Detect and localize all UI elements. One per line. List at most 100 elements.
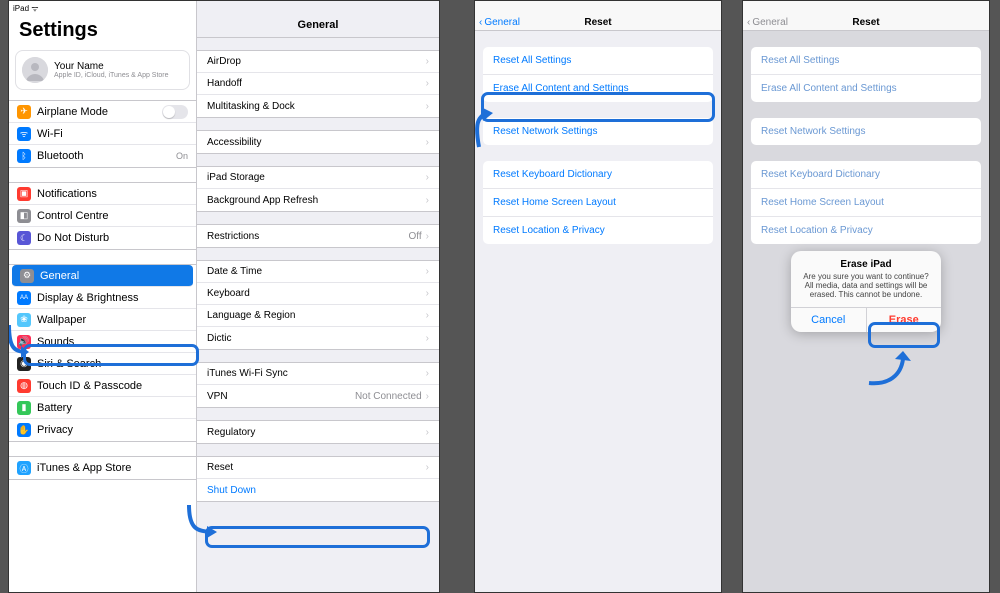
sidebar-item-itunes[interactable]: ⒶiTunes & App Store xyxy=(9,457,196,479)
gear-icon: ⚙ xyxy=(20,269,34,283)
control-centre-icon: ◧ xyxy=(17,209,31,223)
page-title: Settings xyxy=(9,15,196,50)
sidebar-item-battery[interactable]: ▮Battery xyxy=(9,397,196,419)
nav-bar: ‹General Reset xyxy=(475,1,721,31)
row-accessibility[interactable]: Accessibility› xyxy=(197,131,439,153)
apple-id-card[interactable]: Your Name Apple ID, iCloud, iTunes & App… xyxy=(15,50,190,90)
display-icon: AA xyxy=(17,291,31,305)
alert-title: Erase iPad xyxy=(791,251,941,272)
row-multitasking[interactable]: Multitasking & Dock › xyxy=(197,95,439,117)
row-value: Off xyxy=(409,231,422,242)
back-button[interactable]: ‹General xyxy=(475,17,520,28)
row-airdrop[interactable]: AirDrop› xyxy=(197,51,439,73)
wifi-icon: ᯤ xyxy=(17,127,31,141)
reset-keyboard-dict[interactable]: Reset Keyboard Dictionary xyxy=(483,161,713,189)
row-bgrefresh[interactable]: Background App Refresh › xyxy=(197,189,439,211)
sidebar-item-label: Notifications xyxy=(37,188,97,200)
reset-location[interactable]: Reset Location & Privacy xyxy=(483,217,713,244)
row-language[interactable]: Language & Region› xyxy=(197,305,439,327)
screen-reset: 11:58 ✈ ᛒ 97% ‹General Reset Reset All S… xyxy=(474,0,722,593)
wallpaper-icon: ❀ xyxy=(17,313,31,327)
sidebar-item-label: Privacy xyxy=(37,424,73,436)
back-label: General xyxy=(484,17,520,28)
row-datetime[interactable]: Date & Time› xyxy=(197,261,439,283)
row-label: Reset xyxy=(207,462,233,473)
sidebar-item-airplane[interactable]: ✈ Airplane Mode xyxy=(9,101,196,123)
appstore-icon: Ⓐ xyxy=(17,461,31,475)
row-regulatory[interactable]: Regulatory› xyxy=(197,421,439,443)
account-name: Your Name xyxy=(54,61,169,72)
row-handoff[interactable]: Handoff› xyxy=(197,73,439,95)
row-vpn[interactable]: VPNNot Connected› xyxy=(197,385,439,407)
chevron-right-icon: › xyxy=(426,462,429,473)
status-left: iPad ᯤ xyxy=(13,3,39,14)
chevron-right-icon: › xyxy=(426,137,429,148)
row-shutdown[interactable]: Shut Down xyxy=(197,479,439,501)
sidebar-item-label: Airplane Mode xyxy=(37,106,108,118)
sidebar-item-bluetooth[interactable]: ᛒ Bluetooth On xyxy=(9,145,196,167)
sidebar-item-label: Sounds xyxy=(37,336,74,348)
sidebar-item-label: Touch ID & Passcode xyxy=(37,380,142,392)
reset-location: Reset Location & Privacy xyxy=(751,217,981,244)
sidebar-item-label: Siri & Search xyxy=(37,358,101,370)
row-label: VPN xyxy=(207,391,228,402)
row-keyboard[interactable]: Keyboard› xyxy=(197,283,439,305)
airplane-icon: ✈ xyxy=(17,105,31,119)
chevron-right-icon: › xyxy=(426,266,429,277)
sidebar-item-privacy[interactable]: ✋ Privacy xyxy=(9,419,196,441)
row-label: Keyboard xyxy=(207,288,250,299)
sidebar-item-sounds[interactable]: 🔊 Sounds xyxy=(9,331,196,353)
nav-title: Reset xyxy=(852,17,879,28)
reset-home-layout: Reset Home Screen Layout xyxy=(751,189,981,217)
row-restrictions[interactable]: RestrictionsOff› xyxy=(197,225,439,247)
sidebar-item-general[interactable]: ⚙General xyxy=(12,265,193,287)
avatar xyxy=(22,57,48,83)
sidebar-item-notifications[interactable]: ▣ Notifications xyxy=(9,183,196,205)
sidebar-item-display[interactable]: AADisplay & Brightness xyxy=(9,287,196,309)
row-itunes-sync[interactable]: iTunes Wi-Fi Sync› xyxy=(197,363,439,385)
sounds-icon: 🔊 xyxy=(17,335,31,349)
chevron-right-icon: › xyxy=(426,195,429,206)
chevron-right-icon: › xyxy=(426,56,429,67)
chevron-right-icon: › xyxy=(426,310,429,321)
chevron-right-icon: › xyxy=(426,78,429,89)
touchid-icon: ◍ xyxy=(17,379,31,393)
reset-all-settings[interactable]: Reset All Settings xyxy=(483,47,713,75)
erase-all-content[interactable]: Erase All Content and Settings xyxy=(483,75,713,102)
airplane-toggle[interactable] xyxy=(162,105,188,119)
sidebar-item-label: Wallpaper xyxy=(37,314,86,326)
alert-message: Are you sure you want to continue? All m… xyxy=(791,272,941,307)
general-detail-pane: General AirDrop› Handoff› Multitasking &… xyxy=(197,1,439,592)
chevron-right-icon: › xyxy=(426,101,429,112)
detail-title: General xyxy=(197,15,439,38)
row-label: iTunes Wi-Fi Sync xyxy=(207,368,288,379)
nav-title: Reset xyxy=(584,17,611,28)
chevron-right-icon: › xyxy=(426,172,429,183)
screen-settings-general: iPad ᯤ 13:43 ✈ ᛒ 67% Settings Your Name … xyxy=(8,0,440,593)
notifications-icon: ▣ xyxy=(17,187,31,201)
siri-icon: ◉ xyxy=(17,357,31,371)
chevron-left-icon: ‹ xyxy=(747,17,750,28)
sidebar-item-wallpaper[interactable]: ❀ Wallpaper xyxy=(9,309,196,331)
row-storage[interactable]: iPad Storage› xyxy=(197,167,439,189)
erase-button[interactable]: Erase xyxy=(866,308,942,332)
reset-network[interactable]: Reset Network Settings xyxy=(483,118,713,145)
row-label: Background App Refresh xyxy=(207,195,318,206)
reset-home-layout[interactable]: Reset Home Screen Layout xyxy=(483,189,713,217)
sidebar-item-touchid[interactable]: ◍ Touch ID & Passcode xyxy=(9,375,196,397)
sidebar-item-label: iTunes & App Store xyxy=(37,462,131,474)
row-dictic[interactable]: Dictic› xyxy=(197,327,439,349)
sidebar-item-control-centre[interactable]: ◧Control Centre xyxy=(9,205,196,227)
sidebar-item-siri[interactable]: ◉ Siri & Search xyxy=(9,353,196,375)
screen-reset-alert: 12:13 ✈ ᛒ 95% ‹General Reset Reset All S… xyxy=(742,0,990,593)
sidebar-item-dnd[interactable]: ☾Do Not Disturb xyxy=(9,227,196,249)
row-label: Regulatory xyxy=(207,427,255,438)
privacy-icon: ✋ xyxy=(17,423,31,437)
cancel-button[interactable]: Cancel xyxy=(791,308,866,332)
row-reset[interactable]: Reset › xyxy=(197,457,439,479)
annotation-arrow xyxy=(863,349,913,389)
chevron-right-icon: › xyxy=(426,333,429,344)
row-label: Multitasking & Dock xyxy=(207,101,295,112)
sidebar-item-wifi[interactable]: ᯤ Wi-Fi xyxy=(9,123,196,145)
erase-confirm-alert: Erase iPad Are you sure you want to cont… xyxy=(791,251,941,332)
